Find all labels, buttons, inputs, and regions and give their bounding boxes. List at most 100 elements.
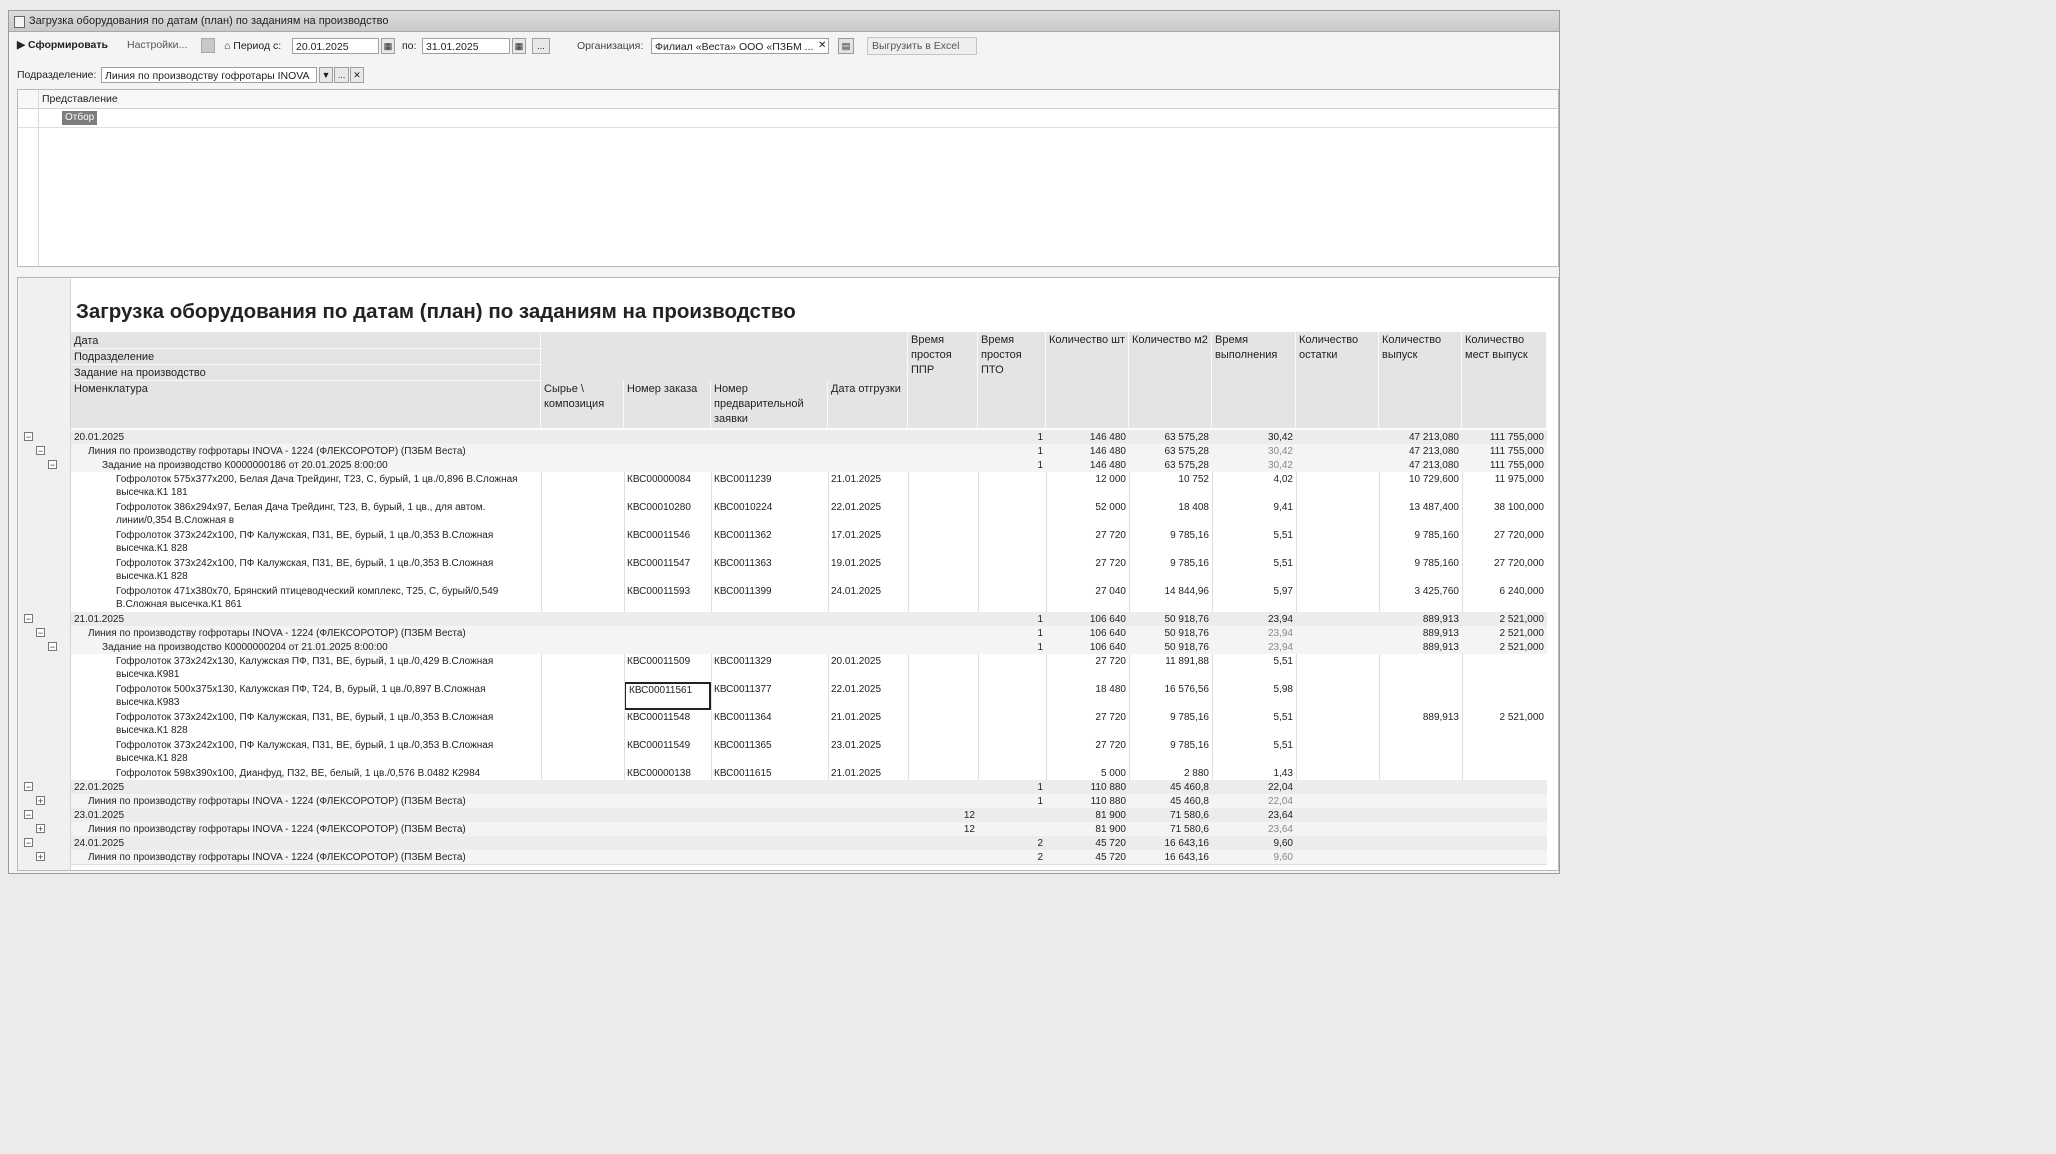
time-value[interactable]: 22,04: [1212, 781, 1296, 794]
places-value[interactable]: 27 720,000: [1462, 557, 1547, 570]
pto-value[interactable]: 2: [978, 837, 1046, 850]
out-value[interactable]: 889,913: [1379, 613, 1462, 626]
places-value[interactable]: 27 720,000: [1462, 529, 1547, 542]
m2-value[interactable]: 45 460,8: [1129, 795, 1212, 808]
period-from-input[interactable]: 20.01.2025: [292, 38, 379, 54]
pto-value[interactable]: 1: [978, 431, 1046, 444]
m2-value[interactable]: 50 918,76: [1129, 613, 1212, 626]
ppr-value[interactable]: 12: [908, 823, 978, 836]
period-select-button[interactable]: ...: [532, 38, 550, 54]
time-value[interactable]: 9,60: [1212, 851, 1296, 864]
qty-value[interactable]: 45 720: [1046, 851, 1129, 864]
qty-value[interactable]: 27 720: [1046, 557, 1129, 570]
qty-value[interactable]: 81 900: [1046, 823, 1129, 836]
qty-value[interactable]: 27 720: [1046, 739, 1129, 752]
m2-value[interactable]: 63 575,28: [1129, 431, 1212, 444]
time-value[interactable]: 23,94: [1212, 627, 1296, 640]
qty-value[interactable]: 110 880: [1046, 795, 1129, 808]
expand-icon[interactable]: +: [36, 824, 45, 834]
organization-input[interactable]: Филиал «Веста» ООО «ПЗБМ ...: [651, 38, 829, 54]
places-value[interactable]: 2 521,000: [1462, 711, 1547, 724]
pto-value[interactable]: 1: [978, 627, 1046, 640]
places-value[interactable]: 2 521,000: [1462, 641, 1547, 654]
pto-value[interactable]: 1: [978, 795, 1046, 808]
qty-value[interactable]: 106 640: [1046, 613, 1129, 626]
qty-value[interactable]: 81 900: [1046, 809, 1129, 822]
prelim-cell[interactable]: КВС0011364: [711, 711, 828, 724]
pto-value[interactable]: 1: [978, 459, 1046, 472]
pto-value[interactable]: 2: [978, 851, 1046, 864]
places-value[interactable]: 2 521,000: [1462, 627, 1547, 640]
collapse-icon[interactable]: −: [24, 614, 33, 624]
places-value[interactable]: 2 521,000: [1462, 613, 1547, 626]
ppr-value[interactable]: 12: [908, 809, 978, 822]
m2-value[interactable]: 10 752: [1129, 473, 1212, 486]
m2-value[interactable]: 9 785,16: [1129, 557, 1212, 570]
places-value[interactable]: 111 755,000: [1462, 459, 1547, 472]
ship-cell[interactable]: 21.01.2025: [828, 767, 908, 780]
time-value[interactable]: 5,97: [1212, 585, 1296, 598]
qty-value[interactable]: 146 480: [1046, 445, 1129, 458]
order-cell[interactable]: КВС00011593: [624, 585, 711, 598]
time-value[interactable]: 5,51: [1212, 557, 1296, 570]
m2-value[interactable]: 16 643,16: [1129, 837, 1212, 850]
ship-cell[interactable]: 20.01.2025: [828, 655, 908, 668]
prelim-cell[interactable]: КВС0011363: [711, 557, 828, 570]
ship-cell[interactable]: 22.01.2025: [828, 683, 908, 696]
m2-value[interactable]: 11 891,88: [1129, 655, 1212, 668]
calendar-icon[interactable]: ▦: [381, 38, 395, 54]
order-cell[interactable]: КВС00011548: [624, 711, 711, 724]
time-value[interactable]: 9,41: [1212, 501, 1296, 514]
m2-value[interactable]: 50 918,76: [1129, 627, 1212, 640]
m2-value[interactable]: 63 575,28: [1129, 445, 1212, 458]
order-cell[interactable]: КВС00011509: [624, 655, 711, 668]
subdivision-input[interactable]: Линия по производству гофротары INOVA -: [101, 67, 317, 83]
out-value[interactable]: 47 213,080: [1379, 431, 1462, 444]
order-cell[interactable]: КВС00011546: [624, 529, 711, 542]
collapse-icon[interactable]: −: [48, 460, 57, 470]
m2-value[interactable]: 9 785,16: [1129, 529, 1212, 542]
time-value[interactable]: 22,04: [1212, 795, 1296, 808]
places-value[interactable]: 11 975,000: [1462, 473, 1547, 486]
collapse-icon[interactable]: −: [36, 628, 45, 638]
collapse-icon[interactable]: −: [24, 810, 33, 820]
expand-icon[interactable]: +: [36, 852, 45, 862]
m2-value[interactable]: 18 408: [1129, 501, 1212, 514]
m2-value[interactable]: 9 785,16: [1129, 711, 1212, 724]
qty-value[interactable]: 106 640: [1046, 641, 1129, 654]
time-value[interactable]: 23,94: [1212, 641, 1296, 654]
filter-item-selected[interactable]: Отбор: [62, 111, 98, 125]
out-value[interactable]: 889,913: [1379, 627, 1462, 640]
time-value[interactable]: 5,51: [1212, 739, 1296, 752]
qty-value[interactable]: 146 480: [1046, 459, 1129, 472]
pto-value[interactable]: 1: [978, 445, 1046, 458]
generate-button[interactable]: ▶ Сформировать: [13, 37, 112, 54]
out-value[interactable]: 889,913: [1379, 711, 1462, 724]
ship-cell[interactable]: 19.01.2025: [828, 557, 908, 570]
ship-cell[interactable]: 21.01.2025: [828, 711, 908, 724]
order-cell[interactable]: КВС00011547: [624, 557, 711, 570]
calendar-icon[interactable]: ▦: [512, 38, 526, 54]
time-value[interactable]: 30,42: [1212, 445, 1296, 458]
ship-cell[interactable]: 24.01.2025: [828, 585, 908, 598]
time-value[interactable]: 4,02: [1212, 473, 1296, 486]
collapse-icon[interactable]: −: [36, 446, 45, 456]
qty-value[interactable]: 5 000: [1046, 767, 1129, 780]
order-cell[interactable]: КВС00011549: [624, 739, 711, 752]
time-value[interactable]: 30,42: [1212, 459, 1296, 472]
ship-cell[interactable]: 21.01.2025: [828, 473, 908, 486]
m2-value[interactable]: 50 918,76: [1129, 641, 1212, 654]
time-value[interactable]: 5,51: [1212, 655, 1296, 668]
ship-cell[interactable]: 22.01.2025: [828, 501, 908, 514]
time-value[interactable]: 5,51: [1212, 711, 1296, 724]
qty-value[interactable]: 146 480: [1046, 431, 1129, 444]
out-value[interactable]: 13 487,400: [1379, 501, 1462, 514]
order-cell[interactable]: КВС00010280: [624, 501, 711, 514]
places-value[interactable]: 6 240,000: [1462, 585, 1547, 598]
out-value[interactable]: 10 729,600: [1379, 473, 1462, 486]
prelim-cell[interactable]: КВС0011377: [711, 683, 828, 696]
collapse-icon[interactable]: −: [24, 838, 33, 848]
settings-button[interactable]: Настройки...: [123, 37, 191, 54]
prelim-cell[interactable]: КВС0010224: [711, 501, 828, 514]
m2-value[interactable]: 16 643,16: [1129, 851, 1212, 864]
